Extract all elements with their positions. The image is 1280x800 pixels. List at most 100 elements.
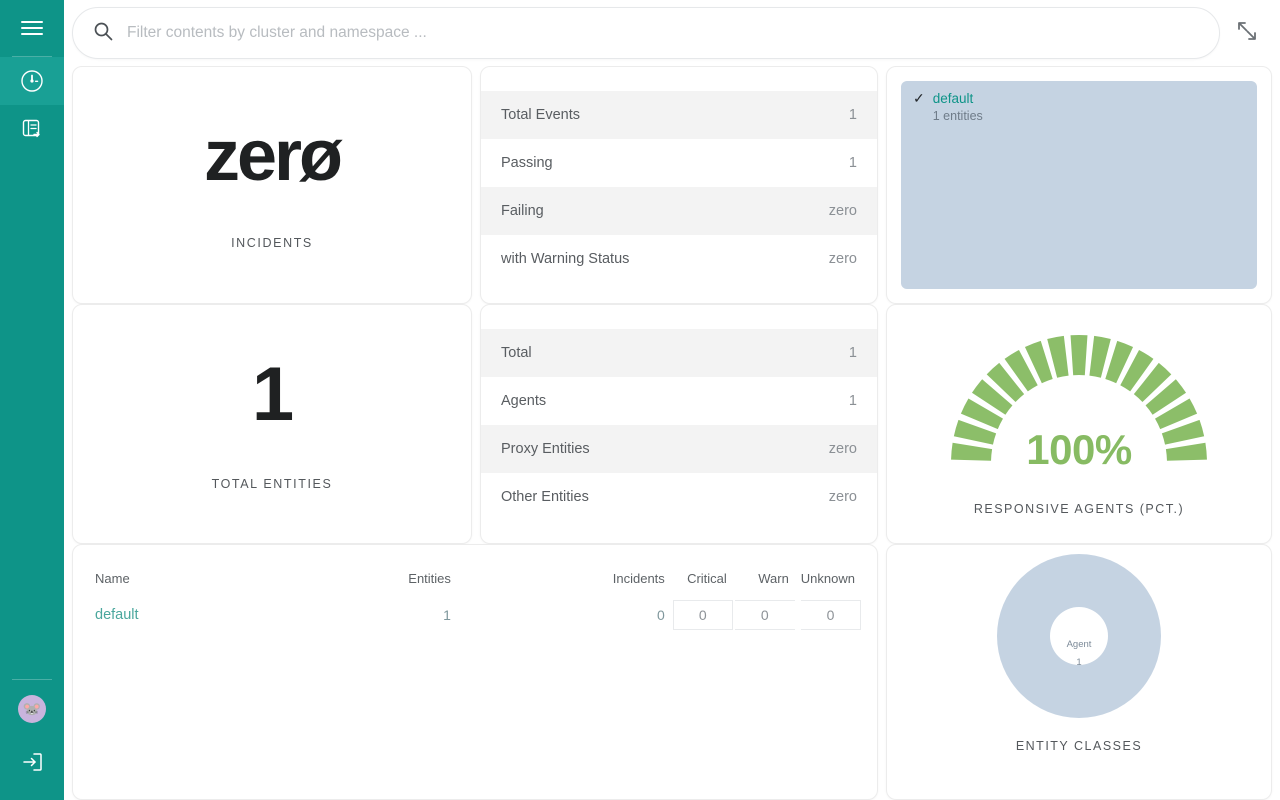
events-stats-list: Total Events 1 Passing 1 Failing zero — [481, 67, 877, 304]
stat-row: Passing 1 — [481, 139, 877, 187]
total-entities-value: 1 — [252, 357, 292, 433]
search-icon — [93, 21, 113, 46]
namespace-entity-count: 1 entities — [933, 108, 983, 124]
sidebar: 🐭 — [0, 0, 64, 800]
entity-stats-list: Total 1 Agents 1 Proxy Entities zero — [481, 305, 877, 543]
stat-row: Agents 1 — [481, 377, 877, 425]
events-stats-card: Total Events 1 Passing 1 Failing zero — [480, 66, 878, 304]
gauge-segment — [1047, 336, 1068, 378]
namespace-table: Name Entities Incidents Critical Warn Un… — [89, 563, 861, 636]
hamburger-menu-button[interactable] — [0, 0, 64, 56]
dashboard-root: 🐭 — [0, 0, 1280, 800]
column-header-critical[interactable]: Critical — [671, 563, 733, 594]
namespace-list[interactable]: ✓ default 1 entities — [901, 81, 1257, 289]
cell-entities: 1 — [274, 594, 456, 636]
stat-label: Failing — [501, 203, 544, 219]
namespaces-cell: ✓ default 1 entities — [882, 66, 1276, 304]
gauge-chart: 100% — [944, 311, 1214, 476]
incidents-cell: zerø INCIDENTS — [68, 66, 476, 304]
expand-button[interactable] — [1230, 16, 1264, 50]
panel-list-icon — [20, 117, 44, 141]
cell-incidents: 0 — [457, 594, 671, 636]
incidents-card: zerø INCIDENTS — [72, 66, 472, 304]
namespace-table-cell: Name Entities Incidents Critical Warn Un… — [68, 544, 882, 800]
user-avatar-button[interactable]: 🐭 — [0, 680, 64, 738]
expand-icon — [1236, 20, 1258, 47]
column-header-name[interactable]: Name — [89, 563, 274, 594]
column-header-entities[interactable]: Entities — [274, 563, 456, 594]
column-header-incidents[interactable]: Incidents — [457, 563, 671, 594]
header-bar — [64, 0, 1280, 66]
total-entities-card: 1 TOTAL ENTITIES — [72, 304, 472, 544]
logout-button[interactable] — [0, 738, 64, 786]
dashboard-row-3: Name Entities Incidents Critical Warn Un… — [68, 544, 1276, 800]
unknown-box: 0 — [801, 600, 861, 630]
stat-label: Proxy Entities — [501, 441, 590, 457]
entity-classes-card: Agent 1 ENTITY CLASSES — [886, 544, 1272, 800]
stat-value: zero — [829, 489, 857, 505]
sidebar-top-group — [0, 0, 64, 153]
logout-icon — [20, 750, 44, 774]
incidents-label: INCIDENTS — [231, 236, 313, 250]
stat-row: Total 1 — [481, 329, 877, 377]
gauge-segment — [1089, 336, 1110, 378]
namespace-item-default[interactable]: ✓ default 1 entities — [913, 91, 1245, 124]
stat-label: Total — [501, 345, 532, 361]
stat-value: 1 — [849, 155, 857, 171]
search-bar[interactable] — [72, 7, 1220, 59]
stat-value: 1 — [849, 107, 857, 123]
dashboard-row-2: 1 TOTAL ENTITIES Total 1 Agents — [68, 304, 1276, 544]
cell-warn: 0 — [733, 594, 795, 636]
stat-row: Total Events 1 — [481, 91, 877, 139]
cell-critical: 0 — [671, 594, 733, 636]
stat-row: with Warning Status zero — [481, 235, 877, 283]
column-header-warn[interactable]: Warn — [733, 563, 795, 594]
stat-value: 1 — [849, 393, 857, 409]
entity-stats-cell: Total 1 Agents 1 Proxy Entities zero — [476, 304, 882, 544]
gauge-segment — [1071, 335, 1088, 375]
namespace-name: default — [933, 91, 983, 108]
events-stats-cell: Total Events 1 Passing 1 Failing zero — [476, 66, 882, 304]
incidents-value: zerø — [204, 120, 340, 192]
namespaces-card: ✓ default 1 entities — [886, 66, 1272, 304]
entity-classes-cell: Agent 1 ENTITY CLASSES — [882, 544, 1276, 800]
dashboard-content: zerø INCIDENTS Total Events 1 Passing — [64, 66, 1280, 800]
table-header-row: Name Entities Incidents Critical Warn Un… — [89, 563, 861, 594]
stat-value: zero — [829, 203, 857, 219]
table-body: default 1 0 0 0 — [89, 594, 861, 636]
avatar: 🐭 — [18, 695, 46, 723]
critical-box: 0 — [673, 600, 733, 630]
responsive-agents-card: 100% RESPONSIVE AGENTS (PCT.) — [886, 304, 1272, 544]
cell-unknown: 0 — [795, 594, 861, 636]
stat-label: with Warning Status — [501, 251, 629, 267]
stat-row: Other Entities zero — [481, 473, 877, 521]
gauge-value: 100% — [944, 426, 1214, 474]
donut-chart: Agent 1 — [994, 551, 1164, 721]
namespace-texts: default 1 entities — [933, 91, 983, 124]
main-area: zerø INCIDENTS Total Events 1 Passing — [64, 0, 1280, 800]
hamburger-icon — [21, 20, 43, 36]
stat-row: Failing zero — [481, 187, 877, 235]
table-row[interactable]: default 1 0 0 0 — [89, 594, 861, 636]
sidebar-bottom-group: 🐭 — [0, 679, 64, 800]
entity-classes-label: ENTITY CLASSES — [1016, 739, 1142, 753]
gauge-circle-icon — [19, 68, 45, 94]
dashboard-row-1: zerø INCIDENTS Total Events 1 Passing — [68, 66, 1276, 304]
entity-stats-card: Total 1 Agents 1 Proxy Entities zero — [480, 304, 878, 544]
stat-label: Passing — [501, 155, 553, 171]
column-header-unknown[interactable]: Unknown — [795, 563, 861, 594]
stat-value: zero — [829, 251, 857, 267]
cell-name[interactable]: default — [89, 594, 274, 636]
stat-label: Other Entities — [501, 489, 589, 505]
check-icon: ✓ — [913, 91, 925, 106]
sidebar-item-overview[interactable] — [0, 57, 64, 105]
namespace-table-card: Name Entities Incidents Critical Warn Un… — [72, 544, 878, 800]
gauge-cell: 100% RESPONSIVE AGENTS (PCT.) — [882, 304, 1276, 544]
donut-hole — [1050, 607, 1108, 665]
sidebar-item-entities[interactable] — [0, 105, 64, 153]
stat-value: 1 — [849, 345, 857, 361]
total-entities-cell: 1 TOTAL ENTITIES — [68, 304, 476, 544]
stat-value: zero — [829, 441, 857, 457]
gauge-label: RESPONSIVE AGENTS (PCT.) — [974, 502, 1184, 516]
search-input[interactable] — [127, 24, 1199, 42]
